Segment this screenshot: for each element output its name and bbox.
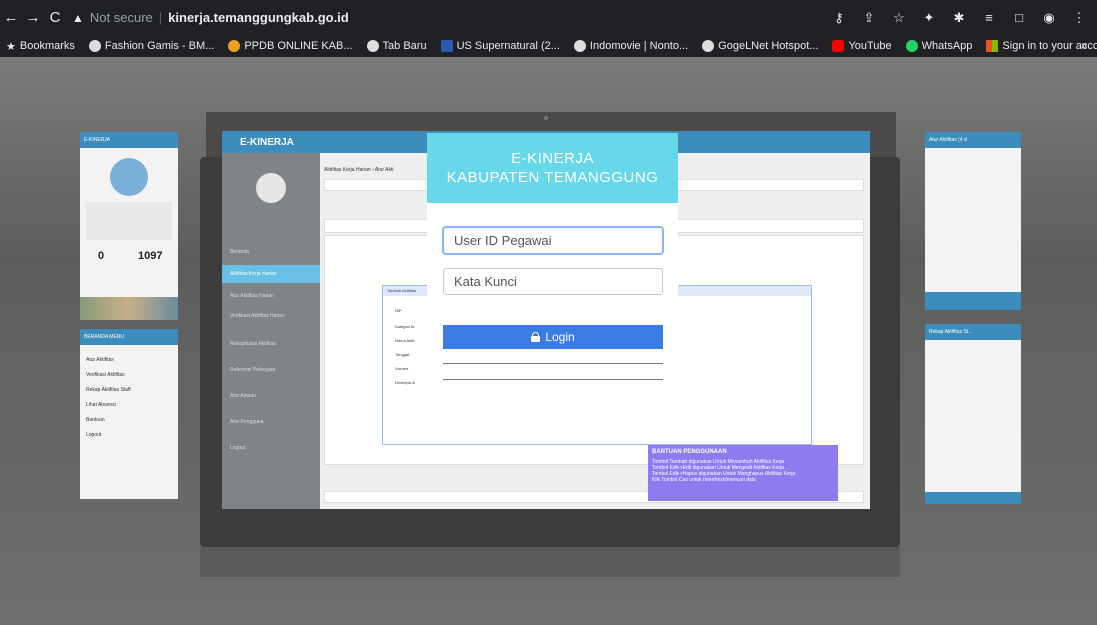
whatsapp-icon	[905, 40, 918, 52]
address-separator: |	[158, 10, 163, 25]
field-label: Volume	[395, 366, 409, 371]
dfl-icon	[440, 40, 453, 52]
puzzle-icon[interactable]: ✱	[951, 10, 967, 26]
help-line: Klik Tombol Cari untuk merefresh/mencari…	[652, 477, 756, 483]
breadcrumb: Aktifitas Kerja Harian › Atur Akti	[324, 167, 394, 173]
bookmark-item[interactable]: Indomovie | Nonto...	[573, 40, 688, 52]
bookmark-item[interactable]: Tab Baru	[366, 40, 427, 52]
field-label: Kategori Al	[395, 324, 415, 329]
page-background: E-KINERJA 0 1097 BERANDA MENU Atur Aktif…	[0, 57, 1097, 625]
menu-item[interactable]: Verifikasi Aktifitas	[86, 368, 131, 383]
field-label: Tanggal	[395, 352, 410, 357]
menu-item[interactable]: Lihat Absensi	[86, 398, 131, 413]
forward-icon[interactable]: →	[22, 9, 44, 26]
stat-value: 0	[98, 250, 105, 262]
login-button[interactable]: Login	[443, 325, 663, 349]
right-phone-mockup-2: Rekap Aktifitas St...	[925, 324, 1021, 504]
bookmark-item[interactable]: YouTube	[832, 40, 892, 52]
star-icon: ★	[6, 40, 16, 53]
phone-header: Rekap Aktifitas St...	[925, 324, 1021, 340]
phone-header: E-KINERJA	[80, 132, 178, 148]
login-subtitle: KABUPATEN TEMANGGUNG	[446, 169, 659, 186]
sidebar-item[interactable]: Atur Atasan	[222, 387, 320, 405]
menu-item[interactable]: Rekap Aktifitas Staff	[86, 383, 131, 398]
lock-icon	[531, 332, 541, 342]
left-phone-mockup: E-KINERJA 0 1097	[80, 132, 178, 320]
login-button-label: Login	[545, 330, 575, 344]
sidebar-item[interactable]: Logout	[222, 439, 320, 457]
key-icon[interactable]: ⚷	[831, 10, 847, 26]
sidebar-item[interactable]: Verifikasi Aktifitas Harian	[222, 307, 320, 325]
camera-dot	[544, 116, 548, 120]
field-label: Nama Aktif	[395, 338, 415, 343]
login-card: E-KINERJA KABUPATEN TEMANGGUNG Login	[427, 133, 678, 411]
address-bar[interactable]: ▲ Not secure | kinerja.temanggungkab.go.…	[72, 5, 872, 31]
sidebar-item-active[interactable]: Aktifitas Kerja Harian	[222, 265, 320, 283]
bookmark-star-icon[interactable]: ☆	[891, 10, 907, 26]
url-text: kinerja.temanggungkab.go.id	[168, 10, 349, 25]
phone-footer-toolbar	[925, 292, 1021, 310]
field-label: NIP	[395, 308, 402, 313]
youtube-icon	[832, 40, 845, 52]
phone-footer-toolbar	[925, 492, 1021, 504]
sidebar-item[interactable]: Atur Pengguna	[222, 413, 320, 431]
right-phone-mockup-1: Atur Aktifitas (4 d	[925, 132, 1021, 310]
ppdb-icon	[228, 40, 241, 52]
app-sidebar: Beranda Aktifitas Kerja Harian Atur Akti…	[222, 153, 320, 509]
banner-image	[80, 297, 178, 320]
menu-list: Atur Aktifitas Verifikasi Aktifitas Reka…	[86, 353, 131, 443]
globe-icon	[702, 40, 715, 52]
sidebar-item[interactable]: Beranda	[222, 243, 320, 261]
reading-list-icon[interactable]: ≡	[981, 10, 997, 25]
bookmarks-more-button[interactable]: »	[1081, 35, 1087, 57]
logo-icon	[110, 158, 148, 196]
menu-icon[interactable]: ⋮	[1071, 10, 1087, 26]
menu-header: BERANDA MENU	[80, 329, 178, 345]
field-label: Deskripsi A	[395, 380, 416, 385]
microsoft-icon	[986, 40, 999, 52]
back-icon[interactable]: ←	[0, 9, 22, 26]
reload-icon[interactable]: C	[44, 9, 66, 26]
sidebar-item[interactable]: Atur Aktifitas Harian	[222, 287, 320, 305]
bookmark-item[interactable]: US Supernatural (2...	[440, 40, 560, 52]
bookmark-item[interactable]: WhatsApp	[905, 40, 972, 52]
extensions-area: ⚷ ⇪ ☆ ✦ ✱ ≡ □ ◉ ⋮	[831, 0, 1087, 35]
profile-info	[86, 202, 172, 240]
monitor-stand	[200, 547, 900, 577]
login-header: E-KINERJA KABUPATEN TEMANGGUNG	[427, 133, 678, 203]
globe-icon	[88, 40, 101, 52]
bookmark-item[interactable]: Fashion Gamis - BM...	[88, 40, 214, 52]
phone-header: Atur Aktifitas (4 d	[925, 132, 1021, 148]
left-menu-mockup: BERANDA MENU Atur Aktifitas Verifikasi A…	[80, 329, 178, 499]
bookmark-item[interactable]: GogeLNet Hotspot...	[702, 40, 818, 52]
menu-item[interactable]: Logout	[86, 428, 131, 443]
bookmark-item[interactable]: PPDB ONLINE KAB...	[228, 40, 353, 52]
globe-icon	[366, 40, 379, 52]
help-title: BANTUAN PENGGUNAAN	[652, 449, 727, 455]
side-panel-icon[interactable]: □	[1011, 10, 1027, 25]
stat-value: 1097	[138, 250, 163, 262]
sidebar-item[interactable]: Rekapitulasi Aktifitas	[222, 335, 320, 353]
share-icon[interactable]: ⇪	[861, 10, 877, 26]
divider	[443, 363, 663, 364]
profile-avatar[interactable]: ◉	[1041, 10, 1057, 26]
menu-item[interactable]: Bantuan	[86, 413, 131, 428]
not-secure-label: Not secure	[89, 10, 153, 25]
bookmarks-bar: ★ Bookmarks Fashion Gamis - BM... PPDB ON…	[0, 35, 1097, 57]
login-title: E-KINERJA	[511, 150, 594, 167]
help-box: BANTUAN PENGGUNAAN Tombol Tambah digunak…	[648, 445, 838, 501]
warning-icon: ▲	[72, 10, 84, 25]
menu-item[interactable]: Atur Aktifitas	[86, 353, 131, 368]
bookmark-item[interactable]: ★ Bookmarks	[6, 40, 75, 53]
divider	[443, 379, 663, 380]
extension-icon[interactable]: ✦	[921, 10, 937, 26]
avatar	[256, 173, 286, 203]
user-id-input[interactable]	[443, 227, 663, 254]
globe-icon	[573, 40, 586, 52]
browser-toolbar: ← → C ▲ Not secure | kinerja.temanggungk…	[0, 0, 1097, 35]
password-input[interactable]	[443, 268, 663, 295]
sidebar-item[interactable]: Referensi Pekerjaan	[222, 361, 320, 379]
